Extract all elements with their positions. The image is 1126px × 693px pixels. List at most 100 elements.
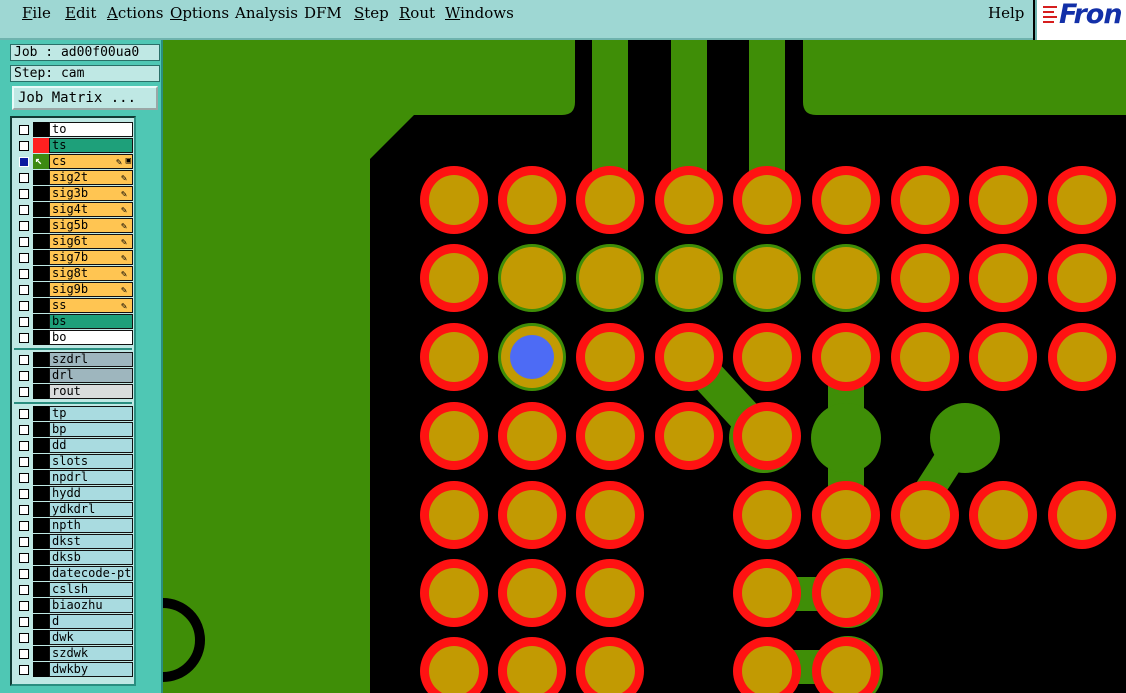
- layer-row-sig8t[interactable]: sig8t ✎: [16, 266, 134, 281]
- layer-checkbox[interactable]: [16, 518, 32, 533]
- layer-checkbox[interactable]: [16, 598, 32, 613]
- menu-actions[interactable]: Actions: [107, 4, 163, 22]
- layer-name[interactable]: biaozhu: [49, 598, 133, 613]
- layer-row-bs[interactable]: bs: [16, 314, 134, 329]
- layer-row-ss[interactable]: ss ✎: [16, 298, 134, 313]
- layer-name[interactable]: dkst: [49, 534, 133, 549]
- layer-color-swatch[interactable]: [33, 202, 49, 217]
- layer-name[interactable]: dksb: [49, 550, 133, 565]
- layer-name[interactable]: hydd: [49, 486, 133, 501]
- layer-row-dd[interactable]: dd: [16, 438, 134, 453]
- layer-row-npth[interactable]: npth: [16, 518, 134, 533]
- layer-row-cslsh[interactable]: cslsh: [16, 582, 134, 597]
- layer-name[interactable]: sig2t ✎: [49, 170, 133, 185]
- layer-row-ydkdrl[interactable]: ydkdrl: [16, 502, 134, 517]
- layer-color-swatch[interactable]: [33, 470, 49, 485]
- layer-color-swatch[interactable]: [33, 406, 49, 421]
- layer-name[interactable]: cs ✎ ▣: [49, 154, 133, 169]
- layer-color-swatch[interactable]: [33, 486, 49, 501]
- menu-rout[interactable]: Rout: [399, 4, 435, 22]
- layer-checkbox[interactable]: [16, 234, 32, 249]
- layer-color-swatch[interactable]: [33, 550, 49, 565]
- layer-name[interactable]: bp: [49, 422, 133, 437]
- layer-color-swatch[interactable]: [33, 438, 49, 453]
- layer-name[interactable]: ts: [49, 138, 133, 153]
- layer-color-swatch[interactable]: [33, 218, 49, 233]
- layer-row-datecode-pte[interactable]: datecode-pte: [16, 566, 134, 581]
- layer-row-dwk[interactable]: dwk: [16, 630, 134, 645]
- layer-row-sig6t[interactable]: sig6t ✎: [16, 234, 134, 249]
- menu-analysis[interactable]: Analysis: [235, 4, 298, 22]
- job-matrix-button[interactable]: Job Matrix ...: [12, 86, 158, 110]
- layer-row-biaozhu[interactable]: biaozhu: [16, 598, 134, 613]
- layer-checkbox[interactable]: [16, 282, 32, 297]
- layer-name[interactable]: dwkby: [49, 662, 133, 677]
- layer-row-sig4t[interactable]: sig4t ✎: [16, 202, 134, 217]
- layer-name[interactable]: sig8t ✎: [49, 266, 133, 281]
- layer-color-swatch[interactable]: [33, 250, 49, 265]
- layer-checkbox[interactable]: [16, 534, 32, 549]
- layer-name[interactable]: bo: [49, 330, 133, 345]
- layer-color-swatch[interactable]: [33, 566, 49, 581]
- layer-name[interactable]: szdwk: [49, 646, 133, 661]
- menu-file[interactable]: File: [22, 4, 51, 22]
- menu-windows[interactable]: Windows: [445, 4, 514, 22]
- layer-row-dksb[interactable]: dksb: [16, 550, 134, 565]
- layer-row-d[interactable]: d: [16, 614, 134, 629]
- layer-checkbox[interactable]: [16, 406, 32, 421]
- layer-row-rout[interactable]: rout: [16, 384, 134, 399]
- layer-name[interactable]: szdrl: [49, 352, 133, 367]
- layer-color-swatch[interactable]: [33, 368, 49, 383]
- layer-checkbox[interactable]: [16, 170, 32, 185]
- layer-row-dwkby[interactable]: dwkby: [16, 662, 134, 677]
- layer-name[interactable]: ss ✎: [49, 298, 133, 313]
- layer-row-bp[interactable]: bp: [16, 422, 134, 437]
- layer-color-swatch[interactable]: [33, 614, 49, 629]
- layer-name[interactable]: sig5b ✎: [49, 218, 133, 233]
- layer-color-swatch[interactable]: [33, 582, 49, 597]
- layer-row-slots[interactable]: slots: [16, 454, 134, 469]
- layer-name[interactable]: d: [49, 614, 133, 629]
- layer-color-swatch[interactable]: [33, 234, 49, 249]
- layer-row-szdwk[interactable]: szdwk: [16, 646, 134, 661]
- layer-name[interactable]: sig6t ✎: [49, 234, 133, 249]
- menu-edit[interactable]: Edit: [65, 4, 96, 22]
- layer-checkbox[interactable]: [16, 154, 32, 169]
- layer-color-swatch[interactable]: [33, 598, 49, 613]
- layer-row-sig7b[interactable]: sig7b ✎: [16, 250, 134, 265]
- layer-row-cs[interactable]: ↖ cs ✎ ▣: [16, 153, 134, 169]
- layer-name[interactable]: sig7b ✎: [49, 250, 133, 265]
- layer-name[interactable]: datecode-pte: [49, 566, 133, 581]
- layer-checkbox[interactable]: [16, 298, 32, 313]
- layer-checkbox[interactable]: [16, 438, 32, 453]
- layer-name[interactable]: to: [49, 122, 133, 137]
- layer-checkbox[interactable]: [16, 550, 32, 565]
- layer-color-swatch[interactable]: [33, 266, 49, 281]
- layer-color-swatch[interactable]: [33, 170, 49, 185]
- layer-checkbox[interactable]: [16, 218, 32, 233]
- layer-name[interactable]: rout: [49, 384, 133, 399]
- layer-color-swatch[interactable]: [33, 122, 49, 137]
- layer-row-szdrl[interactable]: szdrl: [16, 352, 134, 367]
- layer-row-npdrl[interactable]: npdrl: [16, 470, 134, 485]
- layer-checkbox[interactable]: [16, 330, 32, 345]
- layer-row-sig2t[interactable]: sig2t ✎: [16, 170, 134, 185]
- layer-name[interactable]: sig9b ✎: [49, 282, 133, 297]
- layer-checkbox[interactable]: [16, 314, 32, 329]
- layer-checkbox[interactable]: [16, 138, 32, 153]
- layer-name[interactable]: bs: [49, 314, 133, 329]
- layer-row-sig5b[interactable]: sig5b ✎: [16, 218, 134, 233]
- layer-color-swatch[interactable]: [33, 518, 49, 533]
- layer-color-swatch[interactable]: [33, 630, 49, 645]
- layer-color-swatch[interactable]: [33, 352, 49, 367]
- layer-checkbox[interactable]: [16, 266, 32, 281]
- layer-name[interactable]: tp: [49, 406, 133, 421]
- layer-name[interactable]: npth: [49, 518, 133, 533]
- layer-row-bo[interactable]: bo: [16, 330, 134, 345]
- layer-name[interactable]: dwk: [49, 630, 133, 645]
- layer-row-to[interactable]: to: [16, 122, 134, 137]
- layer-checkbox[interactable]: [16, 646, 32, 661]
- layer-checkbox[interactable]: [16, 384, 32, 399]
- layer-color-swatch[interactable]: [33, 384, 49, 399]
- layer-checkbox[interactable]: [16, 662, 32, 677]
